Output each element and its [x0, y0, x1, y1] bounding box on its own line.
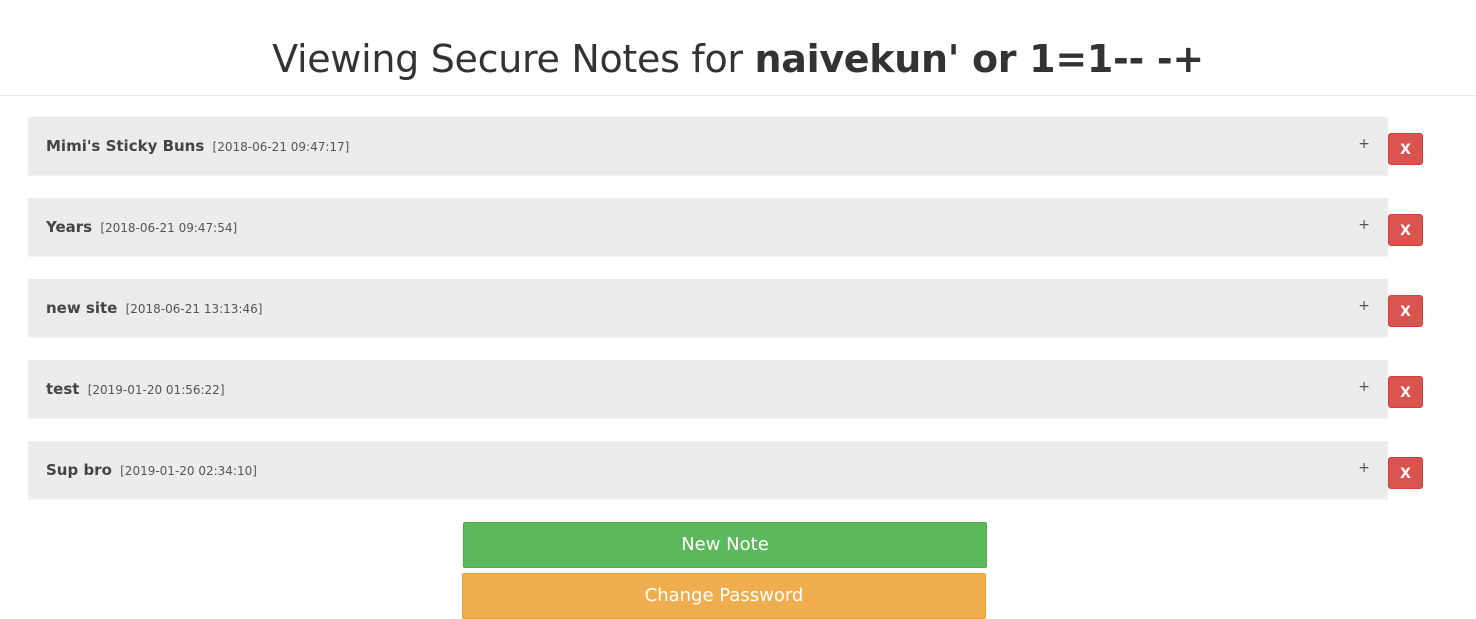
- note-panel-heading[interactable]: new site [2018-06-21 13:13:46] +: [28, 279, 1388, 338]
- note-title: new site [2018-06-21 13:13:46]: [46, 299, 262, 317]
- note-title: Mimi's Sticky Buns [2018-06-21 09:47:17]: [46, 137, 349, 155]
- page-title-username: naivekun' or 1=1-- -+: [754, 37, 1205, 81]
- note-row: Years [2018-06-21 09:47:54] + X: [28, 198, 1428, 257]
- note-date: [2019-01-20 02:34:10]: [120, 464, 257, 478]
- notes-list: Mimi's Sticky Buns [2018-06-21 09:47:17]…: [28, 117, 1428, 522]
- note-panel-heading[interactable]: Sup bro [2019-01-20 02:34:10] +: [28, 441, 1388, 500]
- note-title: test [2019-01-20 01:56:22]: [46, 380, 225, 398]
- page-title: Viewing Secure Notes for naivekun' or 1=…: [0, 0, 1476, 82]
- page-header: Viewing Secure Notes for naivekun' or 1=…: [0, 0, 1476, 96]
- note-title-text: Mimi's Sticky Buns: [46, 137, 205, 155]
- delete-note-button[interactable]: X: [1388, 376, 1423, 408]
- note-panel-heading[interactable]: test [2019-01-20 01:56:22] +: [28, 360, 1388, 419]
- expand-plus-icon[interactable]: +: [1358, 299, 1370, 313]
- delete-note-button[interactable]: X: [1388, 214, 1423, 246]
- expand-plus-icon[interactable]: +: [1358, 218, 1370, 232]
- change-password-button[interactable]: Change Password: [462, 573, 986, 619]
- note-panel-heading[interactable]: Mimi's Sticky Buns [2018-06-21 09:47:17]…: [28, 117, 1388, 176]
- delete-note-button[interactable]: X: [1388, 295, 1423, 327]
- expand-plus-icon[interactable]: +: [1358, 461, 1370, 475]
- note-title-text: Years: [46, 218, 93, 236]
- note-panel-heading[interactable]: Years [2018-06-21 09:47:54] +: [28, 198, 1388, 257]
- note-date: [2018-06-21 09:47:17]: [212, 140, 350, 154]
- note-title: Years [2018-06-21 09:47:54]: [46, 218, 237, 236]
- new-note-button[interactable]: New Note: [463, 522, 987, 568]
- note-title-text: Sup bro: [46, 461, 112, 479]
- note-row: test [2019-01-20 01:56:22] + X: [28, 360, 1428, 419]
- note-title-text: test: [46, 380, 80, 398]
- note-date: [2019-01-20 01:56:22]: [87, 383, 225, 397]
- expand-plus-icon[interactable]: +: [1358, 380, 1370, 394]
- note-date: [2018-06-21 13:13:46]: [125, 302, 263, 316]
- note-title: Sup bro [2019-01-20 02:34:10]: [46, 461, 257, 479]
- delete-note-button[interactable]: X: [1388, 133, 1423, 165]
- note-row: Sup bro [2019-01-20 02:34:10] + X: [28, 441, 1428, 500]
- note-row: new site [2018-06-21 13:13:46] + X: [28, 279, 1428, 338]
- delete-note-button[interactable]: X: [1388, 457, 1423, 489]
- note-title-text: new site: [46, 299, 118, 317]
- page-title-prefix: Viewing Secure Notes for: [272, 37, 755, 81]
- note-row: Mimi's Sticky Buns [2018-06-21 09:47:17]…: [28, 117, 1428, 176]
- expand-plus-icon[interactable]: +: [1358, 137, 1370, 151]
- note-date: [2018-06-21 09:47:54]: [100, 221, 238, 235]
